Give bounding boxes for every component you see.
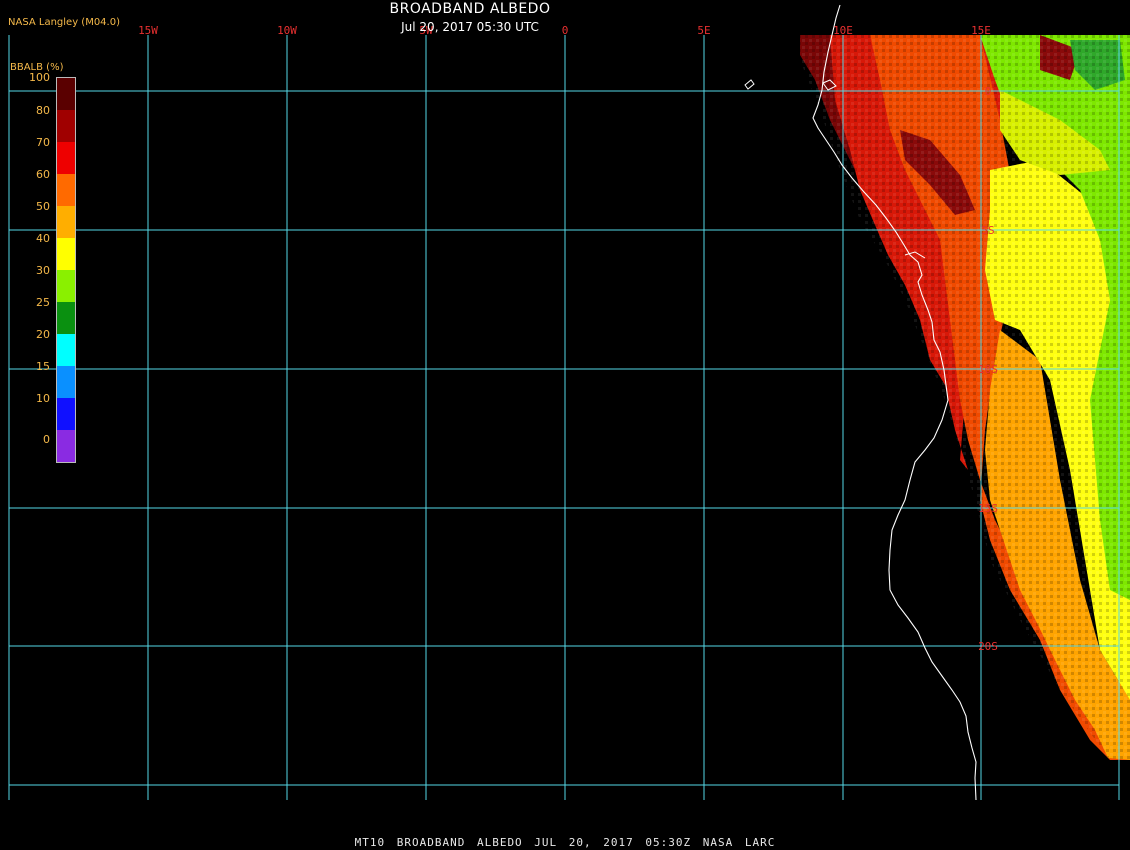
colorbar-segment — [57, 142, 75, 174]
latitude-label: 0 — [985, 85, 992, 98]
colorbar-tick-label: 40 — [36, 232, 50, 245]
colorbar-tick-label: 100 — [29, 71, 50, 84]
colorbar-segment — [57, 366, 75, 398]
island-outline — [744, 79, 755, 90]
colorbar-tick-label: 15 — [36, 360, 50, 373]
footer-caption: MT10 BROADBAND ALBEDO JUL 20, 2017 05:30… — [354, 836, 776, 849]
colorbar-segment — [57, 110, 75, 142]
colorbar-tick-label: 25 — [36, 296, 50, 309]
colorbar-tick-label: 10 — [36, 392, 50, 405]
colorbar-tick-label: 0 — [43, 433, 50, 446]
colorbar-segment — [57, 270, 75, 302]
longitude-label: 15E — [971, 24, 991, 37]
colorbar-tick-label: 20 — [36, 328, 50, 341]
colorbar-segment — [57, 430, 75, 462]
colorbar-tick-label: 70 — [36, 136, 50, 149]
colorbar-tick-label: 50 — [36, 200, 50, 213]
map-timestamp: Jul 20, 2017 05:30 UTC — [401, 20, 539, 34]
colorbar-segment — [57, 174, 75, 206]
albedo-map: 15W 10W 5W 0 5E 10E 15E 05S10S15S20S — [8, 4, 1130, 801]
credit-label: NASA Langley (M04.0) — [8, 17, 120, 28]
colorbar-segment — [57, 78, 75, 110]
latitude-label: 10S — [978, 363, 998, 376]
colorbar-tick-label: 80 — [36, 104, 50, 117]
colorbar-segment — [57, 238, 75, 270]
latitude-label: 5S — [981, 224, 994, 237]
colorbar-segment — [57, 302, 75, 334]
albedo-texture — [800, 35, 1130, 760]
colorbar-tick-label: 60 — [36, 168, 50, 181]
colorbar-tick-label: 30 — [36, 264, 50, 277]
colorbar-segment — [57, 206, 75, 238]
colorbar — [56, 77, 76, 463]
colorbar-segment — [57, 398, 75, 430]
map-title: BROADBAND ALBEDO — [389, 1, 551, 17]
map-canvas: 15W 10W 5W 0 5E 10E 15E 0 5S 10S 15S 20S BROADBAND… — [0, 0, 1130, 850]
latitude-label: 15S — [978, 502, 998, 515]
latitude-label: 20S — [978, 640, 998, 653]
colorbar-segment — [57, 334, 75, 366]
albedo-field — [800, 35, 1130, 760]
